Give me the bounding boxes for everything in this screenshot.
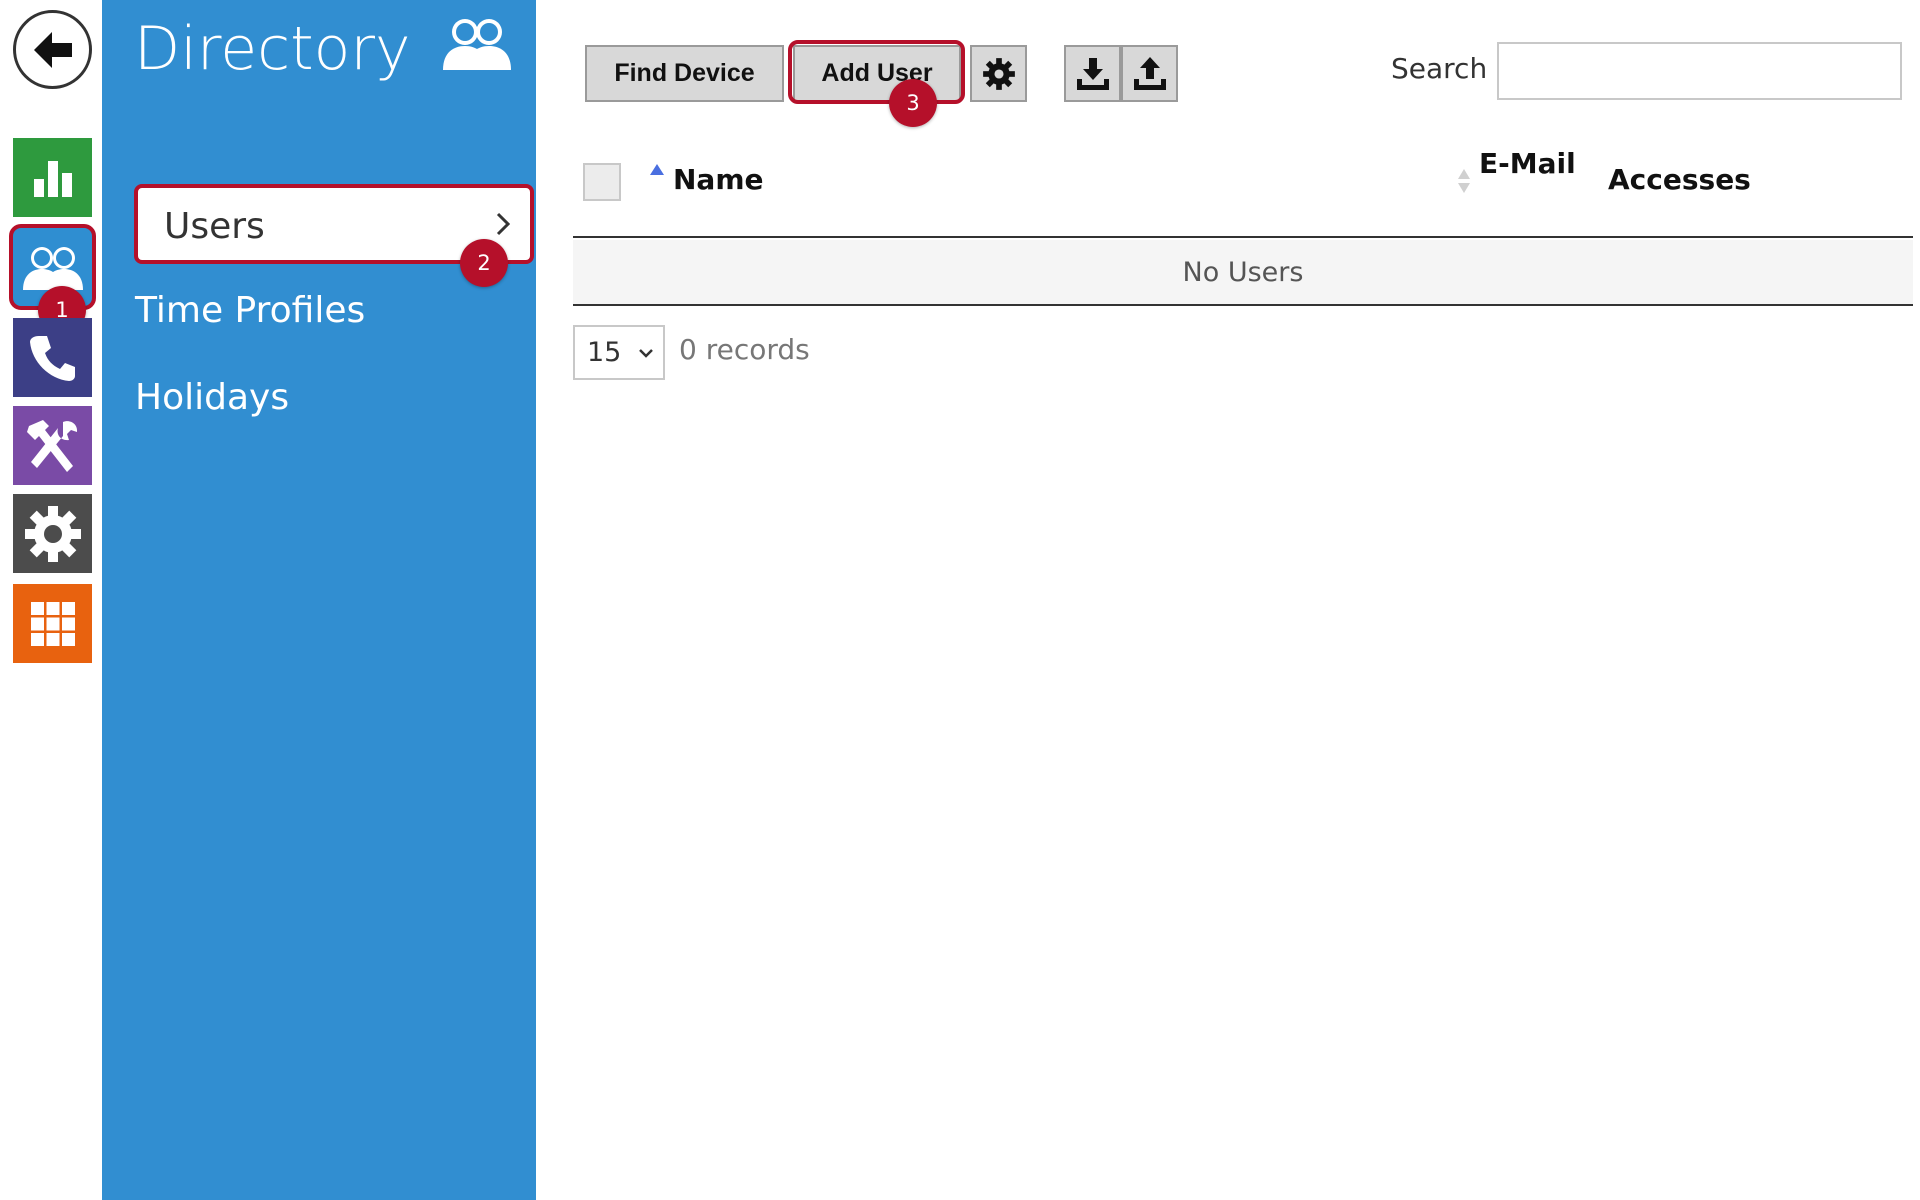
sort-ascending-icon[interactable] <box>650 164 664 175</box>
callout-badge-2: 2 <box>460 239 508 287</box>
upload-icon <box>1133 56 1166 90</box>
back-arrow-icon <box>33 31 72 68</box>
select-all-checkbox[interactable] <box>583 163 621 201</box>
find-device-button[interactable]: Find Device <box>585 45 784 102</box>
gear-icon <box>982 57 1015 90</box>
column-header-name[interactable]: Name <box>673 163 764 196</box>
search-label: Search <box>1391 52 1488 85</box>
callout-badge-3: 3 <box>889 79 937 127</box>
apps-tile[interactable] <box>13 584 92 663</box>
menu-item-holidays[interactable]: Holidays <box>135 377 289 418</box>
menu-item-time-profiles[interactable]: Time Profiles <box>135 290 365 331</box>
menu-item-users-label: Users <box>164 206 265 247</box>
table-header: Name E-Mail Accesses <box>573 130 1913 238</box>
app-rail: 1 <box>0 0 102 1200</box>
page-size-select[interactable]: 15 <box>573 325 665 380</box>
grid-icon <box>30 601 75 646</box>
chevron-right-icon <box>496 210 511 243</box>
gear-icon <box>24 505 81 562</box>
panel-title: Directory <box>134 14 411 84</box>
statistics-icon <box>33 160 72 197</box>
page-size-value: 15 <box>587 337 622 368</box>
download-icon <box>1076 57 1109 90</box>
settings-tile[interactable] <box>13 494 92 573</box>
column-header-email[interactable]: E-Mail <box>1479 144 1579 184</box>
add-user-highlight <box>788 40 965 104</box>
empty-table-message: No Users <box>573 240 1913 306</box>
hardware-tile[interactable] <box>13 406 92 485</box>
records-count: 0 records <box>679 333 810 366</box>
back-button[interactable] <box>13 10 92 89</box>
column-header-accesses[interactable]: Accesses <box>1608 163 1751 196</box>
phone-icon <box>29 335 75 381</box>
sort-icon[interactable] <box>1457 168 1471 194</box>
directory-users-icon <box>443 19 511 70</box>
statistics-tile[interactable] <box>13 138 92 217</box>
import-button[interactable] <box>1064 45 1121 102</box>
directory-panel: Directory Users 2 Time Profiles Holidays <box>102 0 536 1200</box>
table-settings-button[interactable] <box>970 45 1027 102</box>
calling-tile[interactable] <box>13 318 92 397</box>
tools-icon <box>26 419 77 472</box>
export-button[interactable] <box>1121 45 1178 102</box>
chevron-down-icon <box>639 349 653 358</box>
search-input[interactable] <box>1497 42 1902 100</box>
